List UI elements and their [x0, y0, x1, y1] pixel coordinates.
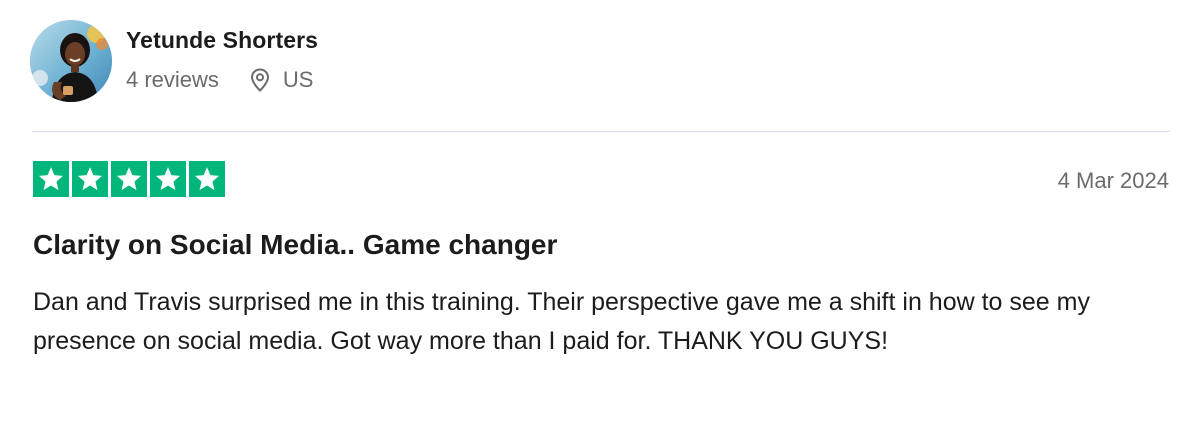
- star-icon: [150, 161, 186, 197]
- review-card: Yetunde Shorters 4 reviews US 4 Mar 2024…: [0, 0, 1200, 428]
- star-icon: [189, 161, 225, 197]
- star-icon: [33, 161, 69, 197]
- review-title[interactable]: Clarity on Social Media.. Game changer: [33, 229, 557, 261]
- location-pin-icon: [248, 67, 272, 93]
- divider: [32, 131, 1170, 132]
- star-icon: [72, 161, 108, 197]
- reviewer-meta: 4 reviews US: [126, 67, 313, 93]
- review-body: Dan and Travis surprised me in this trai…: [33, 288, 1090, 355]
- star-rating: [33, 161, 225, 197]
- star-icon: [111, 161, 147, 197]
- reviewer-name[interactable]: Yetunde Shorters: [126, 27, 318, 54]
- avatar[interactable]: [30, 20, 112, 102]
- reviews-count: 4 reviews: [126, 67, 219, 92]
- reviewer-country: US: [282, 67, 314, 92]
- review-date: 4 Mar 2024: [1057, 168, 1169, 193]
